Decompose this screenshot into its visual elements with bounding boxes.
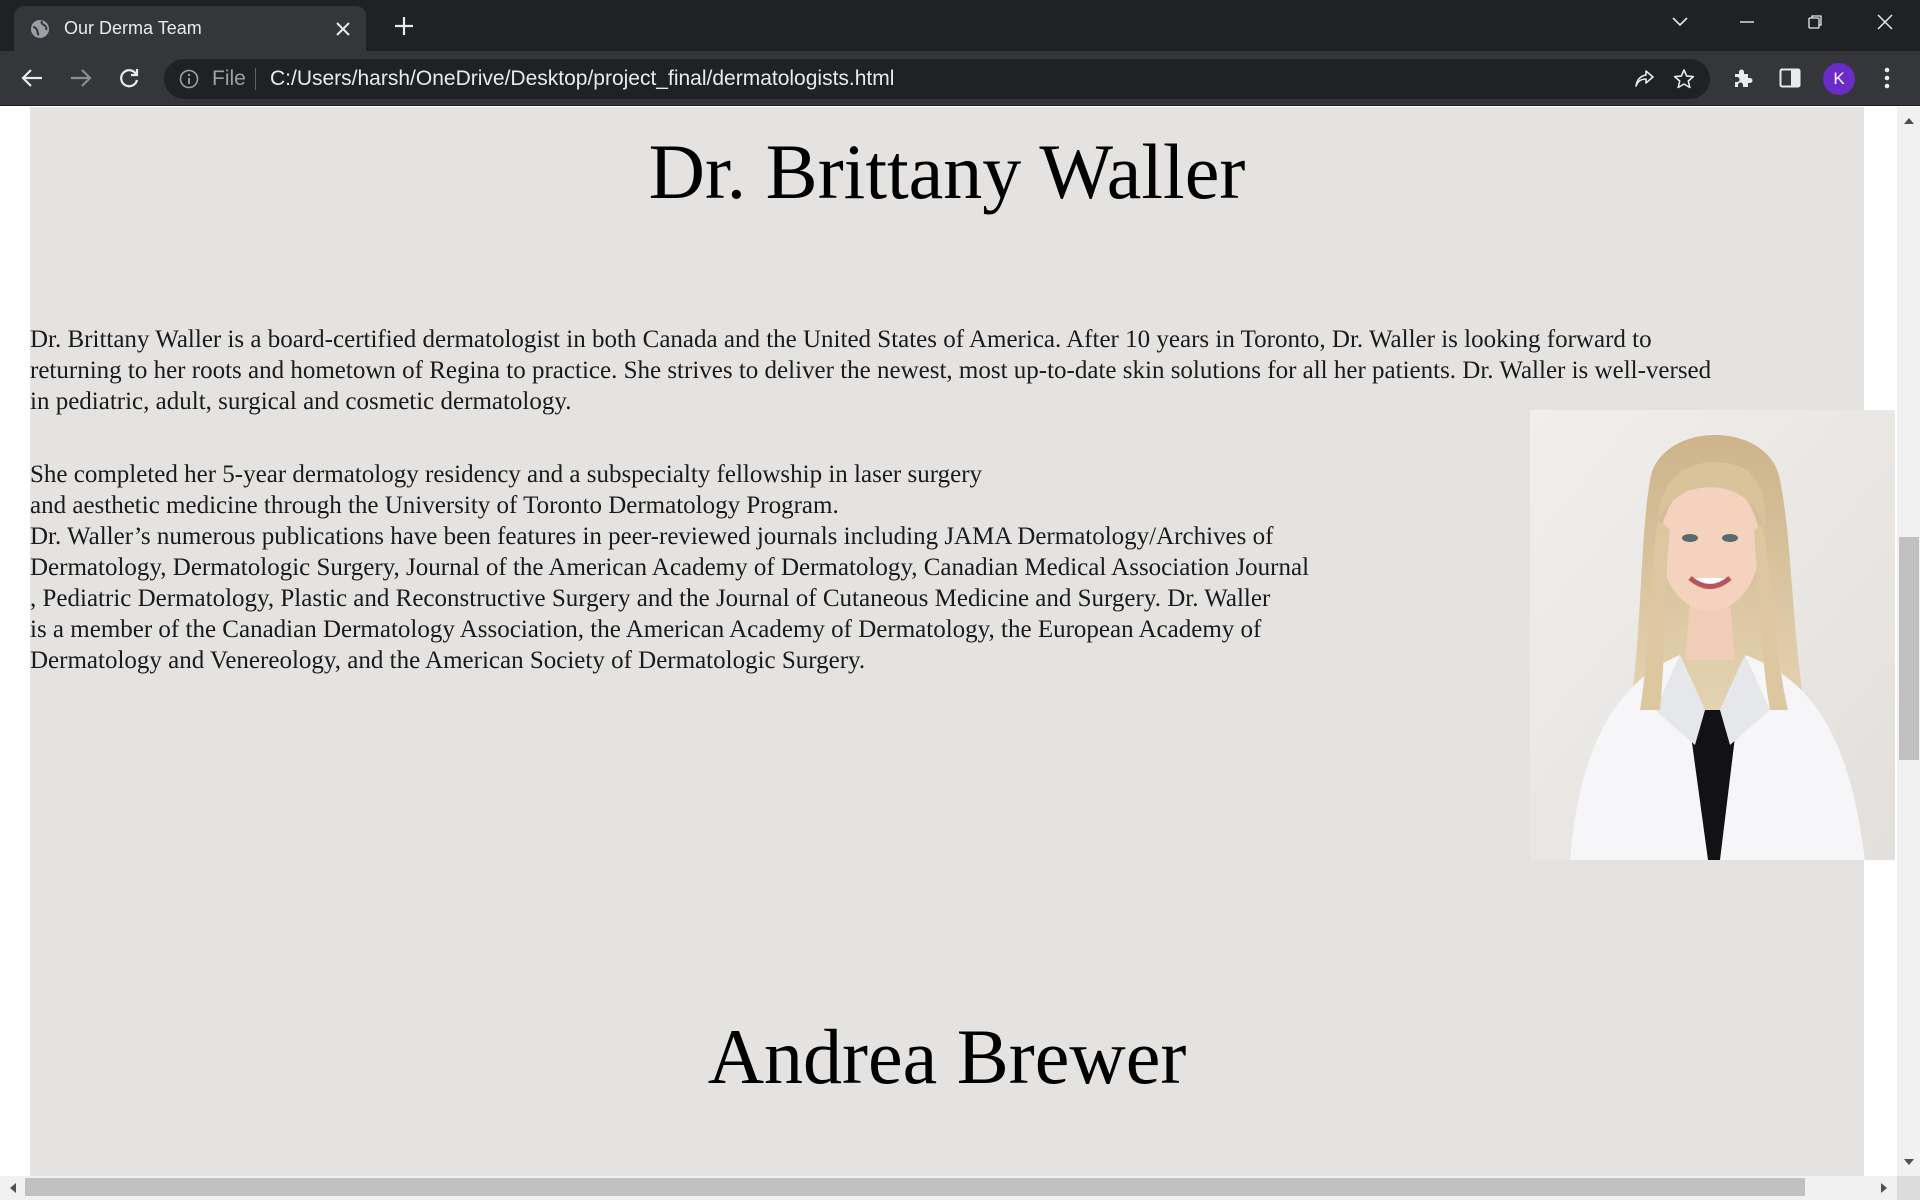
url-text[interactable]: C:/Users/harsh/OneDrive/Desktop/project_… (270, 68, 894, 90)
back-arrow-icon[interactable] (15, 61, 49, 95)
reload-icon[interactable] (112, 61, 146, 95)
tab-strip: Our Derma Team (0, 0, 1920, 51)
close-icon[interactable] (1865, 8, 1905, 36)
bio-line: Dermatology, Dermatologic Surgery, Journ… (30, 554, 1310, 581)
doctor-name-heading: Dr. Brittany Waller (648, 128, 1246, 215)
scrollbar-corner (1897, 1176, 1920, 1200)
bookmark-star-icon[interactable] (1671, 66, 1697, 92)
bio-line: Dermatology and Venereology, and the Ame… (30, 647, 866, 674)
close-tab-icon[interactable] (332, 18, 354, 40)
browser-toolbar: File C:/Users/harsh/OneDrive/Desktop/pro… (0, 51, 1920, 106)
scroll-left-arrow-icon[interactable] (2, 1178, 22, 1198)
extensions-puzzle-icon[interactable] (1726, 61, 1760, 95)
chevron-down-icon[interactable] (1660, 8, 1700, 36)
share-icon[interactable] (1632, 66, 1658, 92)
omnibox-divider (255, 68, 256, 90)
globe-icon (30, 19, 50, 39)
profile-avatar[interactable]: K (1823, 63, 1855, 95)
side-panel-icon[interactable] (1773, 61, 1807, 95)
bio-line: and aesthetic medicine through the Unive… (30, 492, 839, 519)
bio-line: Dr. Brittany Waller is a board-certified… (30, 326, 1652, 353)
scroll-down-arrow-icon[interactable] (1899, 1152, 1919, 1172)
vertical-scrollbar-thumb[interactable] (1899, 537, 1919, 760)
minimize-icon[interactable] (1727, 8, 1767, 36)
restore-icon[interactable] (1795, 8, 1835, 36)
doctor-bio-paragraph: Dr. Brittany Waller is a board-certified… (30, 324, 1864, 417)
forward-arrow-icon[interactable] (64, 61, 98, 95)
page-viewport: Dr. Brittany Waller Dr. Brittany Waller … (0, 107, 1897, 1176)
bio-line: She completed her 5-year dermatology res… (30, 461, 983, 488)
info-icon[interactable] (178, 68, 200, 90)
plus-icon[interactable] (388, 12, 420, 40)
scheme-label: File (212, 67, 246, 90)
scroll-up-arrow-icon[interactable] (1899, 110, 1919, 130)
doctor-credentials-paragraph: She completed her 5-year dermatology res… (30, 459, 1470, 676)
address-bar[interactable]: File C:/Users/harsh/OneDrive/Desktop/pro… (164, 59, 1710, 99)
bio-line: Dr. Waller’s numerous publications have … (30, 523, 1274, 550)
bio-line: is a member of the Canadian Dermatology … (30, 616, 1262, 643)
horizontal-scrollbar-thumb[interactable] (25, 1178, 1805, 1196)
more-options-icon[interactable] (1870, 61, 1904, 95)
doctor-name-heading: Andrea Brewer (707, 1013, 1187, 1100)
scroll-right-arrow-icon[interactable] (1874, 1178, 1894, 1198)
tab-title: Our Derma Team (64, 18, 202, 38)
bio-line: returning to her roots and hometown of R… (30, 357, 1712, 384)
bio-line: , Pediatric Dermatology, Plastic and Rec… (30, 585, 1271, 612)
browser-tab[interactable]: Our Derma Team (14, 6, 366, 51)
doctor-portrait (1530, 410, 1895, 860)
